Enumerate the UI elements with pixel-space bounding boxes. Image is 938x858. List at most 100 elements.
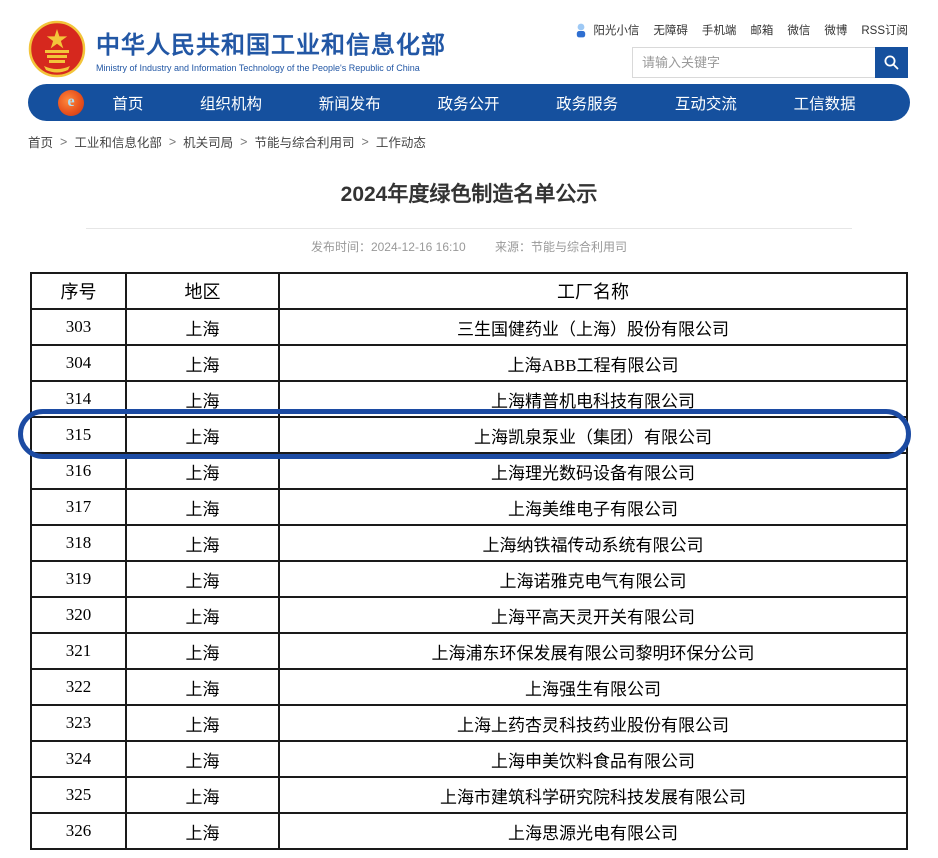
table-cell: 上海	[126, 381, 279, 417]
nav-item[interactable]: 工信数据	[794, 92, 856, 114]
article-source: 来源：节能与综合利用司	[495, 240, 627, 254]
table-header-row: 序号地区工厂名称	[31, 273, 907, 309]
topbar-link[interactable]: 微博	[824, 22, 847, 38]
page-title: 2024年度绿色制造名单公示	[0, 178, 938, 208]
site-title-en: Ministry of Industry and Information Tec…	[96, 63, 446, 73]
topbar-link[interactable]: 无障碍	[653, 22, 688, 38]
table-cell: 319	[31, 561, 126, 597]
breadcrumb-separator: >	[362, 135, 369, 149]
table-cell: 上海平高天灵开关有限公司	[279, 597, 907, 633]
table-row: 321上海上海浦东环保发展有限公司黎明环保分公司	[31, 633, 907, 669]
table-cell: 上海精普机电科技有限公司	[279, 381, 907, 417]
table-body: 303上海三生国健药业（上海）股份有限公司304上海上海ABB工程有限公司314…	[31, 309, 907, 849]
table-cell: 304	[31, 345, 126, 381]
table-cell: 上海	[126, 813, 279, 849]
search-icon	[883, 54, 900, 71]
topbar-links: 阳光小信无障碍手机端邮箱微信微博 RSS订阅	[575, 22, 908, 38]
breadcrumb-item[interactable]: 节能与综合利用司	[254, 132, 354, 151]
table-cell: 上海强生有限公司	[279, 669, 907, 705]
table-cell: 317	[31, 489, 126, 525]
table-cell: 322	[31, 669, 126, 705]
table-row: 324上海上海申美饮料食品有限公司	[31, 741, 907, 777]
table-cell: 324	[31, 741, 126, 777]
table-cell: 三生国健药业（上海）股份有限公司	[279, 309, 907, 345]
breadcrumb-separator: >	[169, 135, 176, 149]
table-cell: 上海纳铁福传动系统有限公司	[279, 525, 907, 561]
breadcrumb-item[interactable]: 工业和信息化部	[74, 132, 162, 151]
main-nav: e 首页 组织机构 新闻发布 政务公开 政务服务 互动交流 工信数据	[28, 84, 910, 121]
table-row: 304上海上海ABB工程有限公司	[31, 345, 907, 381]
article-meta: 发布时间：2024-12-16 16:10 来源：节能与综合利用司	[0, 238, 938, 255]
table-cell: 上海	[126, 633, 279, 669]
topbar-link[interactable]: 手机端	[702, 22, 737, 38]
table-cell: 326	[31, 813, 126, 849]
table-cell: 上海凯泉泵业（集团）有限公司	[279, 417, 907, 453]
table-cell: 323	[31, 705, 126, 741]
table-cell: 上海	[126, 669, 279, 705]
sunshine-assistant-icon	[575, 23, 587, 38]
nav-item[interactable]: 组织机构	[200, 92, 262, 114]
nav-item[interactable]: 政务公开	[437, 92, 499, 114]
factory-table: 序号地区工厂名称 303上海三生国健药业（上海）股份有限公司304上海上海ABB…	[30, 272, 908, 850]
factory-table-wrap: 序号地区工厂名称 303上海三生国健药业（上海）股份有限公司304上海上海ABB…	[30, 272, 908, 850]
site-header: 中华人民共和国工业和信息化部 Ministry of Industry and …	[0, 0, 938, 84]
topbar-link[interactable]: RSS订阅	[861, 22, 908, 38]
breadcrumb-separator: >	[60, 135, 67, 149]
topbar-link[interactable]: 邮箱	[750, 22, 773, 38]
search-input[interactable]	[632, 47, 875, 78]
nav-item[interactable]: 首页	[112, 92, 143, 114]
table-row: 318上海上海纳铁福传动系统有限公司	[31, 525, 907, 561]
nav-item[interactable]: 政务服务	[556, 92, 618, 114]
breadcrumb-item[interactable]: 机关司局	[183, 132, 233, 151]
table-row: 315上海上海凯泉泵业（集团）有限公司	[31, 417, 907, 453]
table-row: 303上海三生国健药业（上海）股份有限公司	[31, 309, 907, 345]
table-cell: 320	[31, 597, 126, 633]
table-cell: 321	[31, 633, 126, 669]
table-cell: 上海	[126, 705, 279, 741]
main-nav-items: 首页 组织机构 新闻发布 政务公开 政务服务 互动交流 工信数据	[84, 92, 884, 114]
breadcrumb-separator: >	[240, 135, 247, 149]
table-cell: 325	[31, 777, 126, 813]
table-cell: 上海	[126, 309, 279, 345]
table-cell: 314	[31, 381, 126, 417]
publish-time: 发布时间：2024-12-16 16:10	[311, 240, 466, 254]
table-cell: 上海浦东环保发展有限公司黎明环保分公司	[279, 633, 907, 669]
breadcrumb: 首页 > 工业和信息化部 > 机关司局 > 节能与综合利用司 > 工作动态	[28, 132, 910, 151]
table-cell: 上海理光数码设备有限公司	[279, 453, 907, 489]
table-cell: 上海市建筑科学研究院科技发展有限公司	[279, 777, 907, 813]
table-cell: 上海	[126, 597, 279, 633]
table-row: 323上海上海上药杏灵科技药业股份有限公司	[31, 705, 907, 741]
table-cell: 上海思源光电有限公司	[279, 813, 907, 849]
miit-swirl-logo-icon: e	[58, 90, 84, 116]
table-column-header: 工厂名称	[279, 273, 907, 309]
search-bar	[632, 47, 908, 78]
breadcrumb-item[interactable]: 首页	[28, 132, 53, 151]
search-button[interactable]	[875, 47, 908, 78]
table-row: 322上海上海强生有限公司	[31, 669, 907, 705]
table-cell: 上海ABB工程有限公司	[279, 345, 907, 381]
site-brand: 中华人民共和国工业和信息化部 Ministry of Industry and …	[28, 20, 446, 78]
table-cell: 上海	[126, 345, 279, 381]
table-cell: 上海美维电子有限公司	[279, 489, 907, 525]
table-cell: 316	[31, 453, 126, 489]
breadcrumb-item[interactable]: 工作动态	[376, 132, 426, 151]
table-cell: 上海	[126, 417, 279, 453]
table-cell: 上海诺雅克电气有限公司	[279, 561, 907, 597]
table-cell: 318	[31, 525, 126, 561]
table-cell: 303	[31, 309, 126, 345]
nav-item[interactable]: 新闻发布	[319, 92, 381, 114]
table-row: 326上海上海思源光电有限公司	[31, 813, 907, 849]
table-cell: 上海	[126, 741, 279, 777]
table-cell: 上海申美饮料食品有限公司	[279, 741, 907, 777]
topbar-link[interactable]: 微信	[787, 22, 810, 38]
table-row: 319上海上海诺雅克电气有限公司	[31, 561, 907, 597]
table-cell: 上海	[126, 525, 279, 561]
header-right: 阳光小信无障碍手机端邮箱微信微博 RSS订阅	[575, 20, 908, 78]
table-row: 317上海上海美维电子有限公司	[31, 489, 907, 525]
nav-item[interactable]: 互动交流	[675, 92, 737, 114]
site-title-cn: 中华人民共和国工业和信息化部	[96, 25, 446, 60]
table-cell: 上海	[126, 453, 279, 489]
table-row: 325上海上海市建筑科学研究院科技发展有限公司	[31, 777, 907, 813]
title-divider	[86, 228, 852, 229]
topbar-link[interactable]: 阳光小信	[593, 22, 639, 38]
